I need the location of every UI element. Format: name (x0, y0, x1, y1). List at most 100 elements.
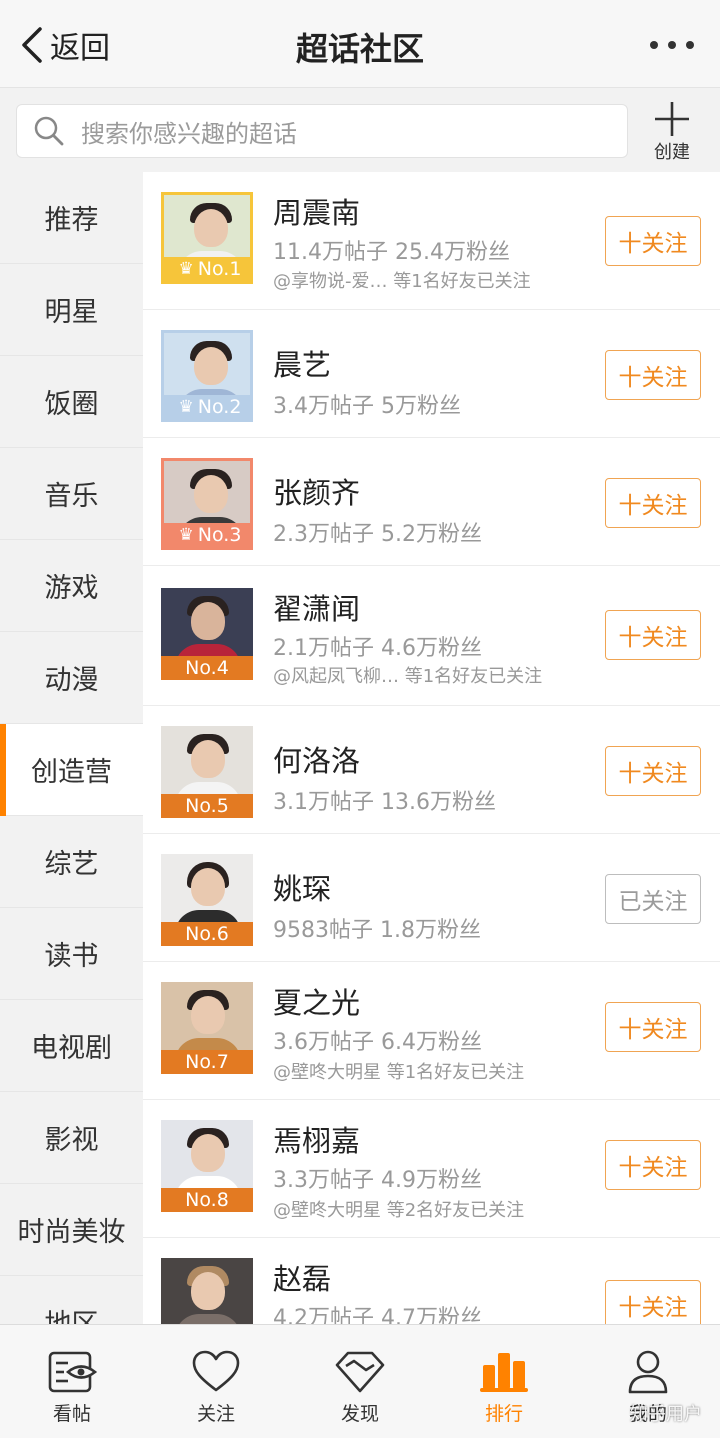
category-item[interactable]: 音乐 (0, 448, 143, 540)
tab-ranking[interactable]: 排行 (432, 1325, 576, 1438)
top-nav-bar: 返回 超话社区 (0, 0, 720, 88)
more-options-icon[interactable] (650, 30, 694, 60)
category-item[interactable]: 推荐 (0, 172, 143, 264)
list-item[interactable]: ♛ No.3 张颜齐 2.3万帖子 5.2万粉丝 十关注 (143, 438, 720, 566)
avatar: No.7 (161, 982, 253, 1074)
bar-chart-icon (480, 1353, 528, 1392)
topic-stats: 2.1万帖子 4.6万粉丝 (273, 636, 482, 661)
avatar: No.8 (161, 1120, 253, 1212)
follow-button[interactable]: 十关注 (605, 1002, 701, 1052)
rank-label: No.7 (185, 1051, 229, 1073)
category-item[interactable]: 动漫 (0, 632, 143, 724)
rank-badge: ♛ No.2 (164, 395, 250, 419)
topic-name: 张颜齐 (273, 476, 361, 510)
category-item[interactable]: 电视剧 (0, 1000, 143, 1092)
list-item[interactable]: 赵磊 4.2万帖子 4.7万粉丝 十关注 (143, 1238, 720, 1324)
avatar: No.6 (161, 854, 253, 946)
topic-stats: 3.3万帖子 4.9万粉丝 (273, 1168, 482, 1193)
friends-followed: @风起凤飞柳… 等1名好友已关注 (273, 666, 543, 687)
category-sidebar: 推荐 明星 饭圈 音乐 游戏 动漫 创造营 综艺 读书 电视剧 影视 时尚美妆 … (0, 172, 143, 1324)
follow-button[interactable]: 十关注 (605, 1280, 701, 1324)
rank-label: No.3 (197, 524, 242, 546)
list-item[interactable]: No.5 何洛洛 3.1万帖子 13.6万粉丝 十关注 (143, 706, 720, 834)
search-input[interactable]: 搜索你感兴趣的超话 (16, 104, 628, 158)
follow-button[interactable]: 十关注 (605, 350, 701, 400)
list-item[interactable]: ♛ No.1 周震南 11.4万帖子 25.4万粉丝 @享物说-爱… 等1名好友已… (143, 172, 720, 310)
list-item[interactable]: No.6 姚琛 9583帖子 1.8万粉丝 已关注 (143, 834, 720, 962)
tab-following[interactable]: 关注 (144, 1325, 288, 1438)
avatar: ♛ No.2 (161, 330, 253, 422)
tab-discover[interactable]: 发现 (288, 1325, 432, 1438)
category-label: 电视剧 (31, 1033, 112, 1064)
topic-name: 周震南 (273, 196, 361, 230)
rank-badge: No.4 (161, 656, 253, 680)
person-icon (628, 1350, 668, 1394)
bottom-tab-bar: 看帖 关注 发现 排行 我的 (0, 1324, 720, 1438)
category-item[interactable]: 读书 (0, 908, 143, 1000)
rank-label: No.8 (185, 1189, 229, 1211)
search-icon (34, 116, 64, 146)
category-item[interactable]: 游戏 (0, 540, 143, 632)
category-item[interactable]: 影视 (0, 1092, 143, 1184)
category-item[interactable]: 综艺 (0, 816, 143, 908)
category-label: 推荐 (44, 205, 99, 236)
topic-stats: 4.2万帖子 4.7万粉丝 (273, 1306, 482, 1324)
rank-badge: No.7 (161, 1050, 253, 1074)
category-label: 读书 (44, 941, 99, 972)
more-dot (668, 41, 676, 49)
follow-button[interactable]: 十关注 (605, 216, 701, 266)
category-item[interactable]: 地区 (0, 1276, 143, 1324)
category-item[interactable]: 饭圈 (0, 356, 143, 448)
rank-label: No.6 (185, 923, 229, 945)
follow-button[interactable]: 十关注 (605, 746, 701, 796)
avatar-face (191, 996, 225, 1034)
search-placeholder: 搜索你感兴趣的超话 (81, 119, 297, 148)
follow-button[interactable]: 十关注 (605, 610, 701, 660)
plus-icon (655, 102, 689, 136)
follow-button[interactable]: 十关注 (605, 1140, 701, 1190)
tab-label: 关注 (196, 1403, 235, 1425)
avatar: ♛ No.1 (161, 192, 253, 284)
avatar-face (194, 347, 228, 385)
rank-label: No.1 (197, 258, 242, 280)
avatar-body (175, 1314, 241, 1324)
topic-stats: 3.6万帖子 6.4万粉丝 (273, 1030, 482, 1055)
avatar-face (191, 602, 225, 640)
list-item[interactable]: No.7 夏之光 3.6万帖子 6.4万粉丝 @壁咚大明星 等1名好友已关注 十… (143, 962, 720, 1100)
friends-followed: @壁咚大明星 等2名好友已关注 (273, 1200, 525, 1221)
avatar: No.4 (161, 588, 253, 680)
topic-name: 翟潇闻 (273, 592, 361, 626)
create-label: 创建 (654, 142, 690, 163)
diamond-icon (335, 1351, 385, 1393)
category-label: 创造营 (31, 757, 112, 788)
avatar-face (194, 475, 228, 513)
more-dot (650, 41, 658, 49)
page-title: 超话社区 (295, 30, 424, 68)
rank-label: No.5 (185, 795, 229, 817)
avatar-face (191, 1134, 225, 1172)
rank-label: No.2 (197, 396, 242, 418)
list-item[interactable]: ♛ No.2 晨艺 3.4万帖子 5万粉丝 十关注 (143, 310, 720, 438)
list-item[interactable]: No.8 焉栩嘉 3.3万帖子 4.9万粉丝 @壁咚大明星 等2名好友已关注 十… (143, 1100, 720, 1238)
category-label: 饭圈 (44, 389, 99, 420)
list-item[interactable]: No.4 翟潇闻 2.1万帖子 4.6万粉丝 @风起凤飞柳… 等1名好友已关注 … (143, 566, 720, 706)
tab-label: 看帖 (52, 1403, 91, 1425)
rank-badge: ♛ No.3 (164, 523, 250, 547)
category-item[interactable]: 明星 (0, 264, 143, 356)
category-label: 综艺 (44, 849, 99, 880)
create-button[interactable]: 创建 (640, 98, 704, 166)
category-item-active[interactable]: 创造营 (0, 724, 143, 816)
category-label: 游戏 (44, 573, 99, 604)
avatar (161, 1258, 253, 1324)
search-bar: 搜索你感兴趣的超话 创建 (0, 88, 720, 172)
follow-button[interactable]: 十关注 (605, 478, 701, 528)
followed-button[interactable]: 已关注 (605, 874, 701, 924)
topic-name: 姚琛 (273, 872, 332, 906)
topic-stats: 11.4万帖子 25.4万粉丝 (273, 240, 510, 265)
rank-badge: No.5 (161, 794, 253, 818)
tab-posts[interactable]: 看帖 (0, 1325, 144, 1438)
category-label: 音乐 (44, 481, 99, 512)
friends-followed: @享物说-爱… 等1名好友已关注 (273, 271, 531, 292)
category-item[interactable]: 时尚美妆 (0, 1184, 143, 1276)
eye-post-icon (48, 1351, 98, 1393)
